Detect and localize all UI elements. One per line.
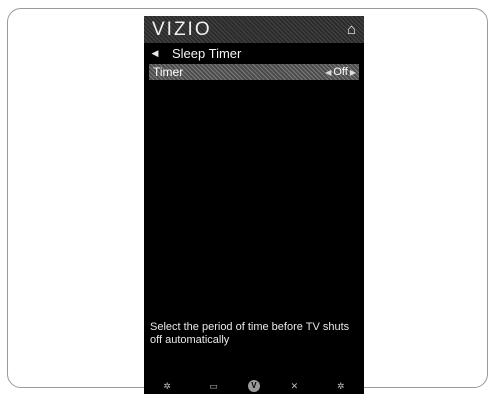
- close-icon[interactable]: ✕: [282, 381, 306, 392]
- menu-item-timer[interactable]: Timer ◀ Off ▶: [149, 64, 359, 80]
- menu-item-value[interactable]: ◀ Off ▶: [325, 66, 356, 78]
- vizio-logo: VIZIO: [152, 19, 212, 40]
- bottom-nav: ✲ ▭ V ✕ ✲: [144, 378, 364, 394]
- top-bar: VIZIO ⌂: [144, 16, 364, 43]
- left-arrow-icon[interactable]: ◀: [325, 68, 331, 77]
- tv-menu-screen: VIZIO ⌂ ◀ Sleep Timer Timer ◀ Off ▶ Sele…: [144, 16, 364, 394]
- page-title: Sleep Timer: [172, 45, 242, 61]
- home-icon[interactable]: ⌂: [347, 21, 356, 38]
- right-arrow-icon[interactable]: ▶: [350, 68, 356, 77]
- help-text: Select the period of time before TV shut…: [150, 321, 350, 346]
- vizio-v-icon[interactable]: V: [247, 380, 260, 392]
- input-icon[interactable]: ▭: [202, 381, 226, 392]
- menu-header: ◀ Sleep Timer: [144, 45, 364, 61]
- back-arrow-icon[interactable]: ◀: [144, 48, 166, 59]
- timer-value: Off: [333, 66, 348, 78]
- settings-icon[interactable]: ✲: [155, 381, 179, 392]
- gear-icon[interactable]: ✲: [329, 381, 353, 392]
- menu-item-label: Timer: [153, 65, 184, 79]
